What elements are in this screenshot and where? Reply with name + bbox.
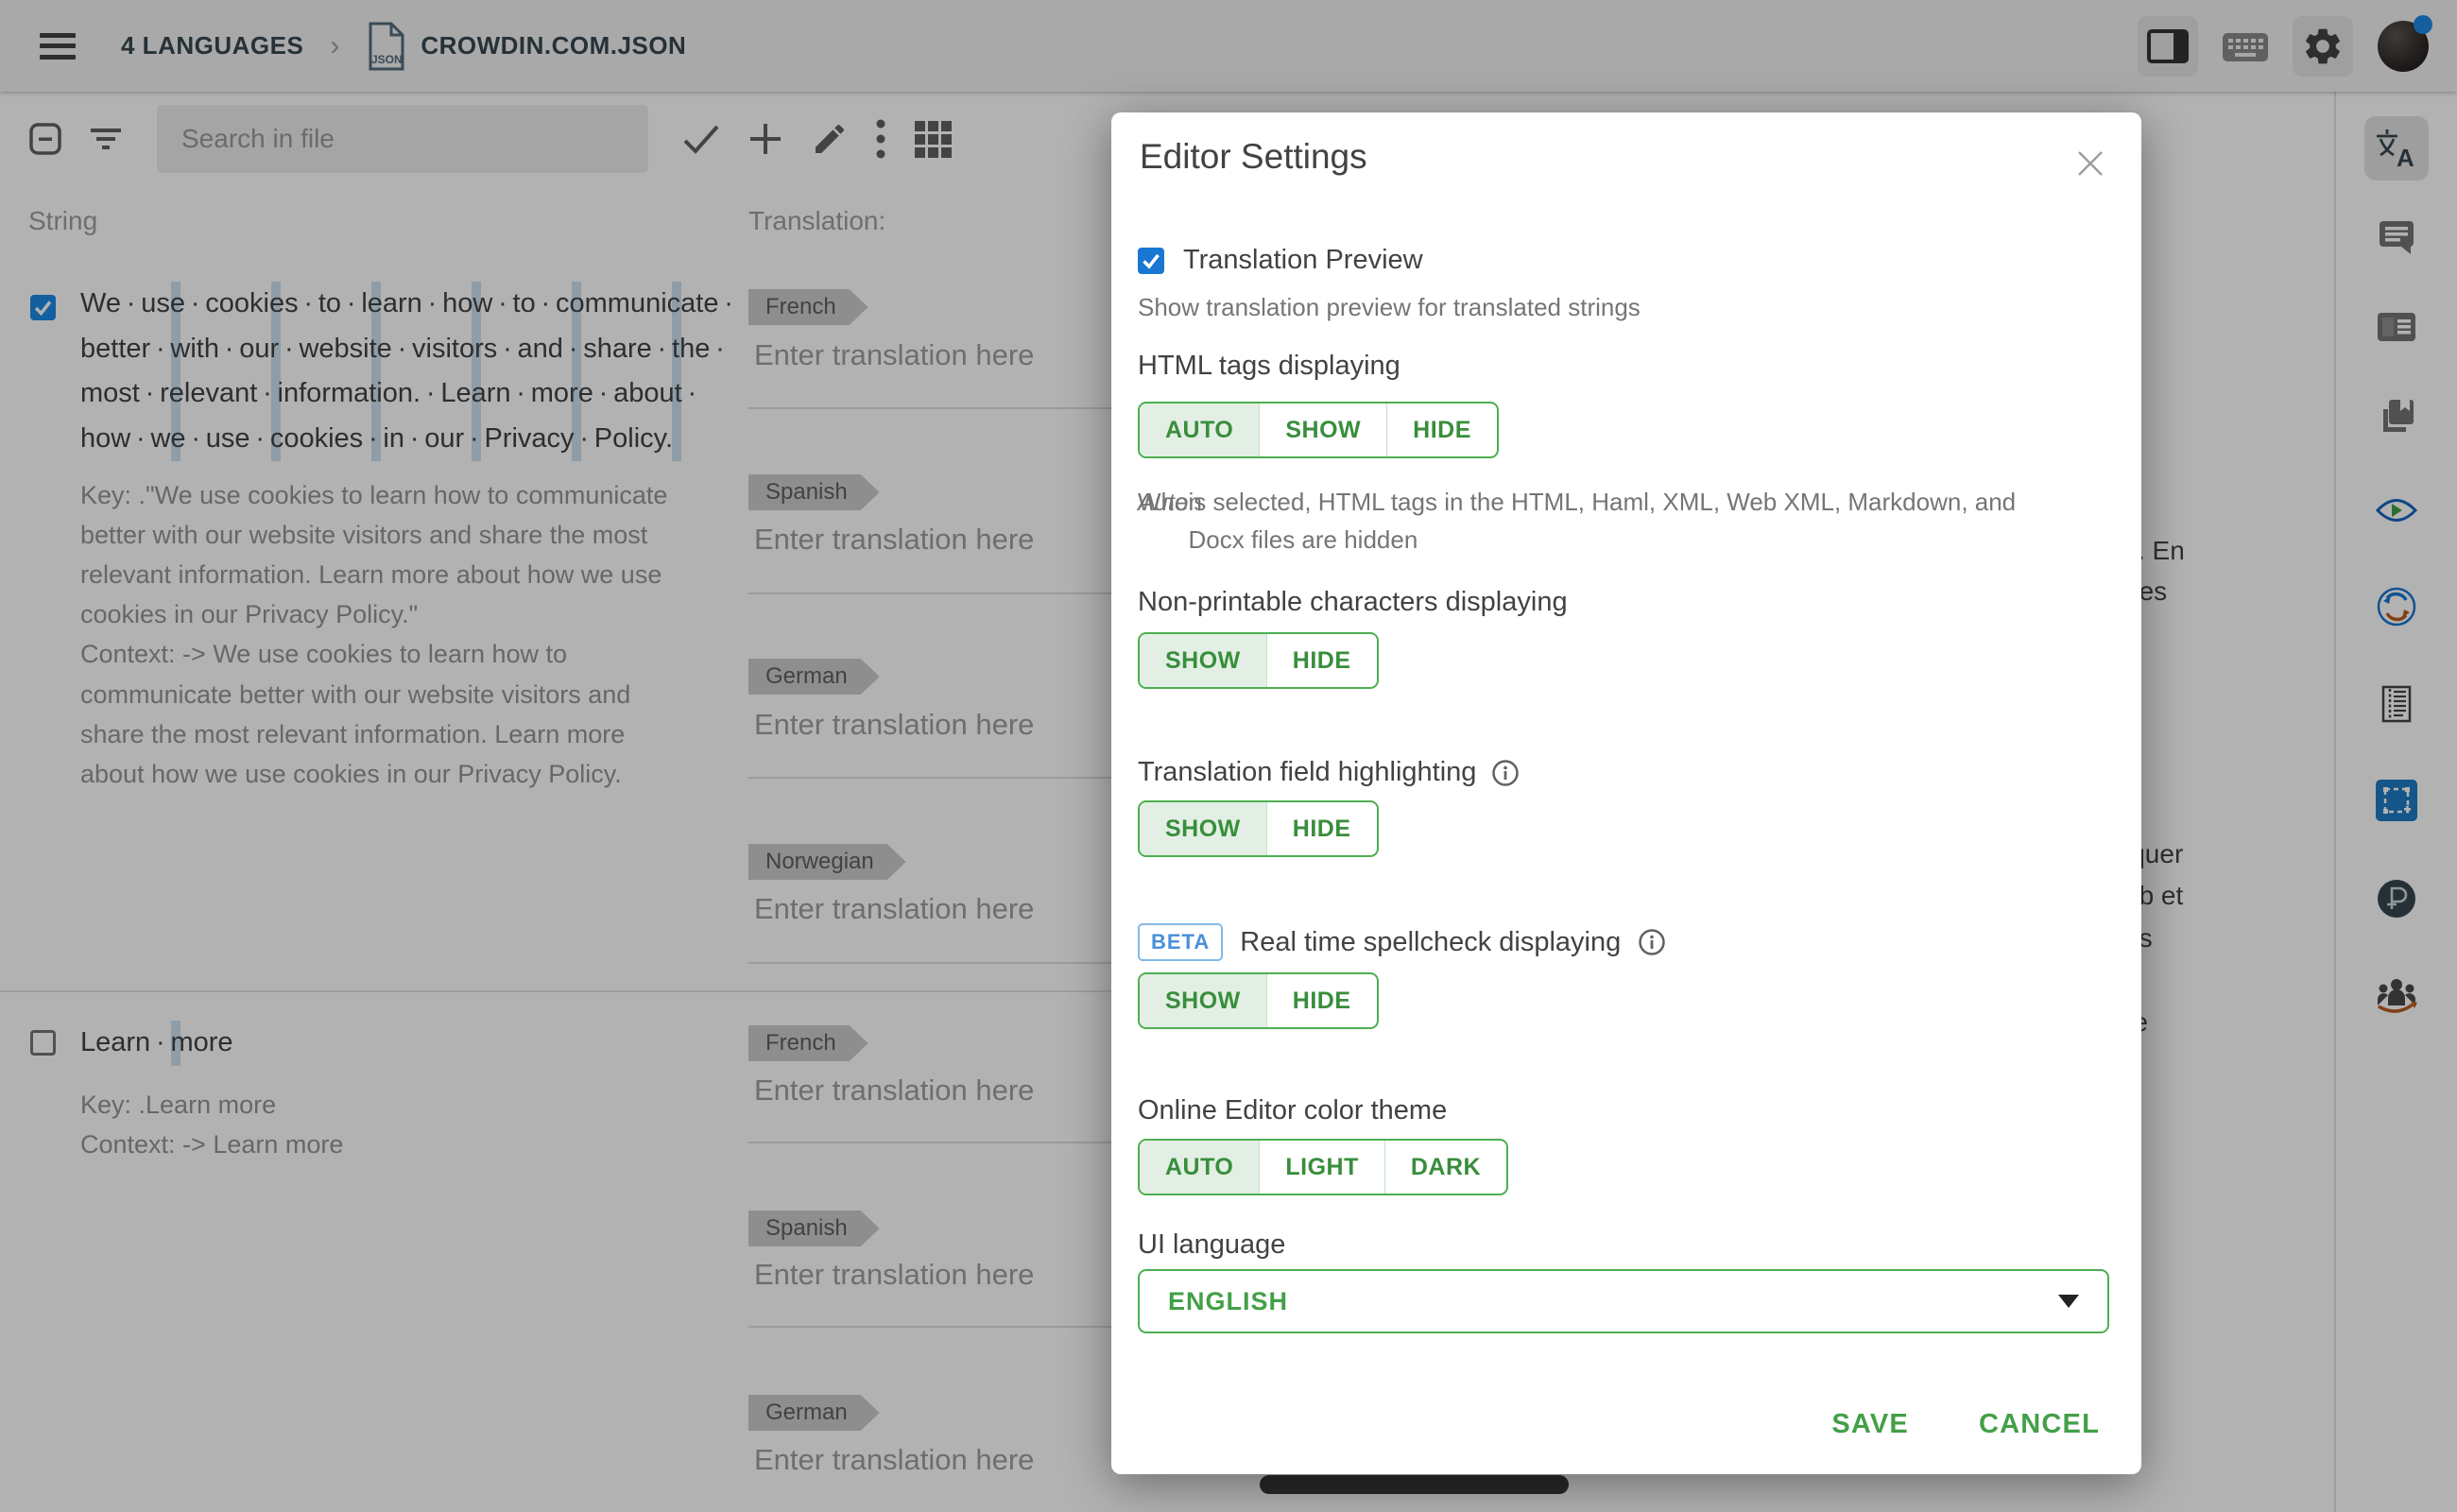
translation-preview-checkbox[interactable] <box>1138 248 1164 274</box>
color-theme-label: Online Editor color theme <box>1138 1095 1447 1126</box>
ui-language-label: UI language <box>1138 1229 1285 1261</box>
save-button[interactable]: SAVE <box>1831 1409 1909 1440</box>
info-icon[interactable] <box>1491 759 1520 787</box>
modal-buttons: SAVE CANCEL <box>1111 1409 2100 1440</box>
non-printable-label: Non-printable characters displaying <box>1138 587 1568 618</box>
cancel-button[interactable]: CANCEL <box>1979 1409 2100 1440</box>
segment-option[interactable]: AUTO <box>1140 1141 1259 1194</box>
html-tags-description: When Auto is selected, HTML tags in the … <box>1138 483 2050 521</box>
segment-option[interactable]: SHOW <box>1140 974 1266 1027</box>
spellcheck-label: Real time spellcheck displaying <box>1240 927 1621 958</box>
segment-option[interactable]: HIDE <box>1266 974 1377 1027</box>
segment-option[interactable]: SHOW <box>1140 634 1266 687</box>
translation-preview-row: Translation Preview <box>1138 245 1423 276</box>
close-icon[interactable] <box>2073 146 2107 180</box>
ui-language-select[interactable]: ENGLISH <box>1138 1269 2109 1333</box>
segment-option[interactable]: HIDE <box>1266 802 1377 855</box>
modal-title: Editor Settings <box>1140 137 1367 177</box>
segment-option[interactable]: AUTO <box>1140 404 1259 456</box>
translation-preview-description: Show translation preview for translated … <box>1138 288 1641 326</box>
field-highlighting-label: Translation field highlighting <box>1138 757 1520 788</box>
chevron-down-icon <box>2058 1295 2079 1308</box>
segment-option[interactable]: HIDE <box>1386 404 1497 456</box>
html-tags-label: HTML tags displaying <box>1138 351 1400 382</box>
field-highlighting-segmented-control: SHOW HIDE <box>1138 800 1379 857</box>
segment-option[interactable]: HIDE <box>1266 634 1377 687</box>
non-printable-segmented-control: SHOW HIDE <box>1138 632 1379 689</box>
info-icon[interactable] <box>1638 928 1666 956</box>
html-tags-segmented-control: AUTO SHOW HIDE <box>1138 402 1499 458</box>
segment-option[interactable]: SHOW <box>1140 802 1266 855</box>
ui-language-value: ENGLISH <box>1168 1287 1288 1316</box>
segment-option[interactable]: DARK <box>1384 1141 1506 1194</box>
beta-badge: BETA <box>1138 923 1223 961</box>
editor-settings-modal: Editor Settings Translation Preview Show… <box>1111 112 2141 1474</box>
translation-preview-label[interactable]: Translation Preview <box>1183 245 1423 276</box>
segment-option[interactable]: SHOW <box>1259 404 1386 456</box>
segment-option[interactable]: LIGHT <box>1259 1141 1384 1194</box>
crowdin-editor: 4 LANGUAGES › JSON CROWDIN.COM.JSON <box>0 0 2457 1512</box>
spellcheck-label-row: BETA Real time spellcheck displaying <box>1138 923 1666 961</box>
color-theme-segmented-control: AUTO LIGHT DARK <box>1138 1139 1508 1195</box>
spellcheck-segmented-control: SHOW HIDE <box>1138 972 1379 1029</box>
